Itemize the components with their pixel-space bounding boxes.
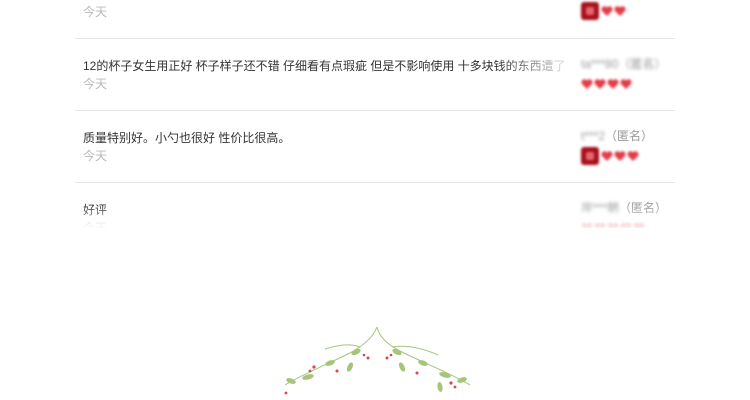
review-text: 好评 xyxy=(83,203,108,217)
heart-icon xyxy=(581,79,593,89)
heart-icon xyxy=(601,151,613,161)
level-square-icon xyxy=(581,147,599,165)
review-text: 12的杯子女生用正好 杯子样子还不错 仔细看有点瑕疵 但是不影响使用 十多块钱的… xyxy=(83,59,566,73)
review-item: 12的杯子女生用正好 杯子样子还不错 仔细看有点瑕疵 但是不影响使用 十多块钱的… xyxy=(75,39,675,111)
heart-icon xyxy=(607,79,619,89)
review-item: 质量特别好。小勺也很好 性价比很高。 今天 t***2（匿名） xyxy=(75,111,675,183)
buyer-credit-badge xyxy=(581,75,633,93)
heart-icon xyxy=(620,223,632,228)
heart-icon xyxy=(633,223,645,228)
review-list: 今天 12的杯子女生用正好 杯子样子还不错 仔细看有点瑕疵 但是不影响使用 十多… xyxy=(75,0,675,228)
heart-icon xyxy=(601,6,613,16)
review-item: 今天 xyxy=(75,0,675,39)
reviewer-name: 岸***朝（匿名） xyxy=(581,201,668,215)
heart-icon xyxy=(627,151,639,161)
reviewer-name: t***2（匿名） xyxy=(581,129,654,143)
heart-icon xyxy=(614,151,626,161)
buyer-credit-badge xyxy=(581,147,640,165)
review-date: 今天 xyxy=(83,221,108,228)
level-square-icon xyxy=(581,2,599,20)
heart-icon xyxy=(620,79,632,89)
vine-decoration xyxy=(284,326,471,395)
review-date: 今天 xyxy=(83,149,108,163)
heart-icon xyxy=(614,6,626,16)
buyer-credit-badge xyxy=(581,2,627,20)
heart-icon xyxy=(594,79,606,89)
heart-icon xyxy=(607,223,619,228)
review-date: 今天 xyxy=(83,5,108,19)
buyer-credit-badge xyxy=(581,219,646,228)
reviewer-name: ta***80（匿名） xyxy=(581,57,667,71)
review-date: 今天 xyxy=(83,77,108,91)
review-item: 好评 今天 岸***朝（匿名） xyxy=(75,183,675,228)
heart-icon xyxy=(581,223,593,228)
heart-icon xyxy=(594,223,606,228)
review-text: 质量特别好。小勺也很好 性价比很高。 xyxy=(83,131,291,145)
